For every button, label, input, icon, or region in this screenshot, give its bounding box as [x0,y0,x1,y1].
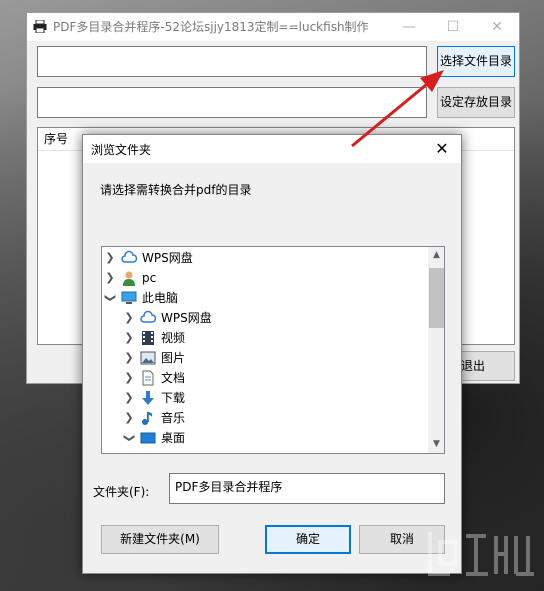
folder-name-value: PDF多目录合并程序 [175,480,283,494]
window-title: PDF多目录合并程序-52论坛sjjy1813定制==luckfish制作 [53,20,369,34]
tree-item-label: WPS网盘 [142,251,193,265]
folder-name-input[interactable]: PDF多目录合并程序 [169,473,445,504]
dialog-close-button[interactable]: ✕ [423,135,461,163]
printer-icon [33,20,47,33]
tree-item-desktop[interactable]: ❯ 桌面 [102,428,428,448]
minimize-button[interactable]: — [387,13,431,41]
tree-item-music[interactable]: ❯ 音乐 [102,408,428,428]
scroll-thumb[interactable] [429,268,444,328]
scroll-down-arrow-icon[interactable]: ▼ [428,436,444,453]
user-icon [123,271,135,286]
cloud-icon [140,310,156,323]
new-folder-button[interactable]: 新建文件夹(M) [101,525,219,554]
tree-item-label: pc [142,271,157,285]
scroll-up-arrow-icon[interactable]: ▲ [428,247,444,264]
tree-item-downloads[interactable]: ❯ 下载 [102,388,428,408]
chevron-right-icon[interactable]: ❯ [123,350,135,366]
dialog-prompt: 请选择需转换合并pdf的目录 [100,183,252,197]
tree-item-partial[interactable] [102,448,428,454]
dialog-titlebar[interactable]: 浏览文件夹 ✕ [83,135,461,163]
desktop-icon [140,432,156,444]
tree-item-wps-cloud[interactable]: ❯ WPS网盘 [102,248,428,268]
tree-item-label: 桌面 [161,431,186,445]
tree-item-label: 此电脑 [142,291,179,305]
chevron-right-icon[interactable]: ❯ [123,390,135,406]
chevron-right-icon[interactable]: ❯ [104,250,116,266]
documents-icon [142,370,154,386]
tree-item-label: WPS网盘 [161,311,212,325]
pictures-icon [140,351,156,365]
video-icon [142,331,154,345]
chevron-right-icon[interactable]: ❯ [123,330,135,346]
folder-label: 文件夹(F): [93,485,150,499]
folder-tree[interactable]: ❯ WPS网盘 ❯ pc ❯ 此电脑 ❯ WPS网盘 ❯ 视频 ❯ 图片 ❯ 文… [101,246,445,454]
close-button[interactable]: ✕ [475,13,519,41]
tree-item-pc[interactable]: ❯ pc [102,268,428,288]
download-icon [142,391,154,405]
ok-button[interactable]: 确定 [265,525,351,554]
tree-item-label: 文档 [161,371,186,385]
dialog-title: 浏览文件夹 [91,143,152,157]
tree-item-this-pc[interactable]: ❯ 此电脑 [102,288,428,308]
tree-scrollbar[interactable]: ▲ ▼ [428,247,444,453]
main-titlebar[interactable]: PDF多目录合并程序-52论坛sjjy1813定制==luckfish制作 — … [27,13,519,41]
watermark-logo [428,532,534,576]
column-header-index[interactable]: 序号 [44,128,68,150]
tree-item-documents[interactable]: ❯ 文档 [102,368,428,388]
cloud-icon [121,250,137,263]
browse-folder-dialog: 浏览文件夹 ✕ 请选择需转换合并pdf的目录 ❯ WPS网盘 ❯ pc ❯ 此电… [82,134,462,574]
chevron-right-icon[interactable]: ❯ [104,270,116,286]
source-dir-input[interactable] [37,46,427,77]
tree-item-wps-cloud-child[interactable]: ❯ WPS网盘 [102,308,428,328]
tree-item-pictures[interactable]: ❯ 图片 [102,348,428,368]
chevron-right-icon[interactable]: ❯ [123,370,135,386]
tree-item-label: 下载 [161,391,186,405]
folder-icon [159,450,175,454]
save-dir-input[interactable] [37,87,427,118]
chevron-down-icon[interactable]: ❯ [121,432,137,444]
chevron-right-icon[interactable]: ❯ [123,410,135,426]
tree-item-label: 图片 [161,351,186,365]
computer-icon [121,291,137,304]
chevron-right-icon[interactable]: ❯ [123,310,135,326]
tree-item-videos[interactable]: ❯ 视频 [102,328,428,348]
tree-item-label: 视频 [161,331,186,345]
music-icon [142,412,153,425]
select-dir-button[interactable]: 选择文件目录 [437,46,515,77]
set-save-dir-button[interactable]: 设定存放目录 [437,87,515,118]
chevron-down-icon[interactable]: ❯ [102,292,118,304]
tree-item-label: 音乐 [161,411,186,425]
maximize-button[interactable]: ☐ [431,13,475,41]
